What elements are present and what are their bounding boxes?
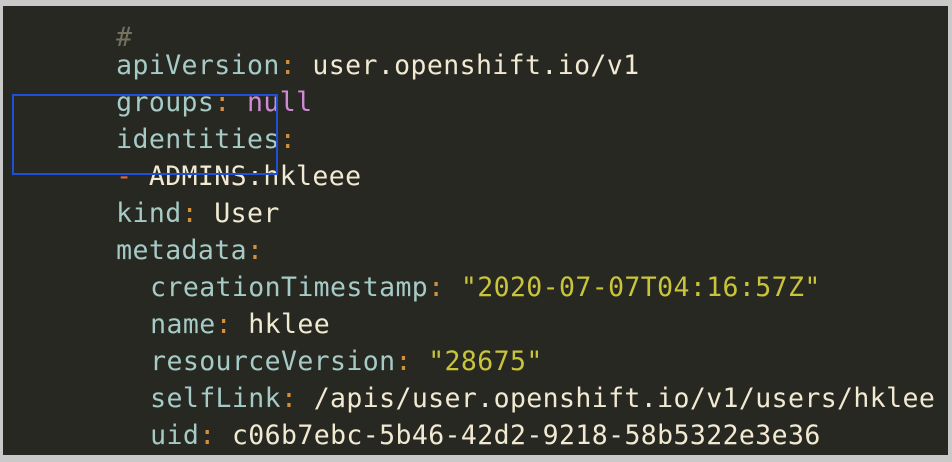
yaml-value: c06b7ebc-5b46-42d2-9218-58b5322e3e36 xyxy=(231,420,821,451)
yaml-key: uid xyxy=(150,420,200,451)
line-creation-timestamp: creationTimestamp: "2020-07-07T04:16:57Z… xyxy=(18,234,821,303)
line-resource-version: resourceVersion: "28675" xyxy=(18,308,543,377)
screenshot-frame: # apiVersion: user.openshift.io/v1 group… xyxy=(0,0,952,462)
line-selflink: selfLink: /apis/user.openshift.io/v1/use… xyxy=(18,345,935,414)
line-metadata: metadata: xyxy=(18,197,263,266)
yaml-colon: : xyxy=(199,420,216,451)
line-apiversion: apiVersion: user.openshift.io/v1 xyxy=(18,12,640,81)
line-name: name: hklee xyxy=(18,271,330,340)
line-uid: uid: c06b7ebc-5b46-42d2-9218-58b5322e3e3… xyxy=(18,382,821,451)
yaml-code-view: # apiVersion: user.openshift.io/v1 group… xyxy=(3,6,948,455)
yaml-colon: : xyxy=(428,272,445,303)
line-groups: groups: null xyxy=(18,49,312,118)
identities-highlight-box xyxy=(12,94,278,175)
yaml-string-value: "2020-07-07T04:16:57Z" xyxy=(460,272,821,303)
yaml-value: user.openshift.io/v1 xyxy=(312,50,640,81)
